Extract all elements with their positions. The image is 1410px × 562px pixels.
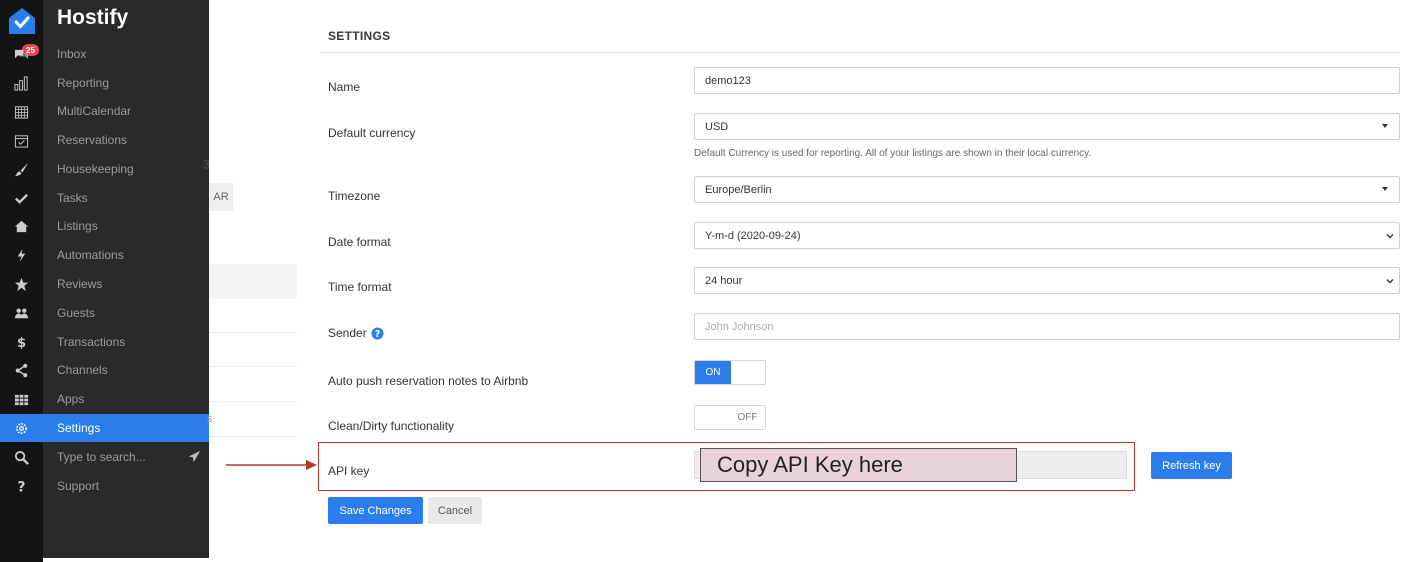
- currency-select[interactable]: USD: [694, 113, 1400, 140]
- background-divider: [209, 436, 297, 437]
- sender-label: Sender: [328, 326, 367, 340]
- date-format-value: Y-m-d (2020-09-24): [705, 229, 801, 242]
- name-field[interactable]: demo123: [694, 67, 1400, 94]
- currency-help-text: Default Currency is used for reporting. …: [694, 148, 1092, 159]
- svg-text:?: ?: [17, 479, 25, 493]
- date-format-select[interactable]: Y-m-d (2020-09-24): [694, 222, 1400, 249]
- sidebar-item-apps[interactable]: Apps: [43, 385, 209, 413]
- sidebar-search-input[interactable]: Type to search...: [43, 443, 209, 471]
- sidebar-item-guests[interactable]: Guests: [43, 299, 209, 327]
- send-icon[interactable]: [188, 450, 201, 463]
- timezone-label: Timezone: [328, 189, 381, 203]
- icon-rail: 25 $ ?: [0, 0, 43, 562]
- star-icon[interactable]: [0, 270, 43, 298]
- background-text-fragment: s: [207, 413, 213, 425]
- toggle-off-label: OFF: [737, 412, 758, 423]
- question-icon[interactable]: ?: [0, 472, 43, 500]
- calendar-check-icon[interactable]: [0, 126, 43, 154]
- bar-chart-icon[interactable]: [0, 69, 43, 97]
- checkmark-icon[interactable]: [0, 184, 43, 212]
- hostify-logo-icon[interactable]: [7, 6, 37, 36]
- lightning-icon[interactable]: [0, 241, 43, 269]
- timezone-value: Europe/Berlin: [705, 183, 772, 196]
- caret-down-icon: [1382, 124, 1388, 128]
- caret-down-icon: [1382, 187, 1388, 191]
- sender-input[interactable]: John Johnson: [694, 313, 1400, 340]
- gear-icon[interactable]: [0, 414, 43, 442]
- brand-name[interactable]: Hostify: [57, 6, 128, 30]
- sidebar-menu: Hostify Inbox Reporting MultiCalendar Re…: [43, 0, 209, 558]
- calendar-grid-icon[interactable]: [0, 97, 43, 125]
- sidebar-item-channels[interactable]: Channels: [43, 356, 209, 384]
- page-title: SETTINGS: [328, 29, 391, 43]
- sidebar-item-reporting[interactable]: Reporting: [43, 69, 209, 97]
- title-divider: [320, 52, 1400, 53]
- date-format-label: Date format: [328, 235, 391, 249]
- brush-icon[interactable]: [0, 155, 43, 183]
- chevron-down-icon: [1386, 234, 1394, 239]
- help-circle-icon[interactable]: ?: [371, 326, 384, 340]
- refresh-key-button[interactable]: Refresh key: [1151, 452, 1232, 479]
- dollar-icon[interactable]: $: [0, 328, 43, 356]
- sidebar-item-settings[interactable]: Settings: [43, 414, 209, 442]
- sidebar-item-tasks[interactable]: Tasks: [43, 184, 209, 212]
- time-format-select[interactable]: 24 hour: [694, 267, 1400, 294]
- sidebar-item-reservations[interactable]: Reservations: [43, 126, 209, 154]
- api-key-label: API key: [328, 464, 370, 478]
- sidebar-search-placeholder: Type to search...: [57, 450, 146, 464]
- sender-placeholder: John Johnson: [705, 320, 774, 333]
- svg-text:$: $: [17, 336, 26, 350]
- time-format-label: Time format: [328, 280, 392, 294]
- chat-bubbles-icon[interactable]: [0, 40, 43, 68]
- background-highlight-row: [209, 264, 297, 299]
- background-divider: [209, 332, 297, 333]
- currency-value: USD: [705, 120, 729, 133]
- name-value: demo123: [705, 74, 751, 87]
- chevron-down-icon: [1386, 279, 1394, 284]
- search-icon[interactable]: [0, 443, 43, 471]
- timezone-select[interactable]: Europe/Berlin: [694, 176, 1400, 203]
- sidebar-item-listings[interactable]: Listings: [43, 212, 209, 240]
- clean-dirty-toggle[interactable]: OFF: [694, 405, 766, 430]
- background-button-fragment[interactable]: AR: [209, 183, 233, 211]
- sidebar-item-inbox[interactable]: Inbox: [43, 40, 209, 68]
- sidebar-item-multicalendar[interactable]: MultiCalendar: [43, 97, 209, 125]
- sidebar-item-transactions[interactable]: Transactions: [43, 328, 209, 356]
- sender-label-row: Sender ?: [328, 326, 384, 340]
- api-key-callout: Copy API Key here: [700, 448, 1017, 482]
- background-divider: [209, 401, 297, 402]
- sidebar-item-support[interactable]: Support: [43, 472, 209, 500]
- name-label: Name: [328, 80, 361, 94]
- share-icon[interactable]: [0, 356, 43, 384]
- home-icon[interactable]: [0, 212, 43, 240]
- toggle-on-label: ON: [695, 361, 731, 384]
- cancel-button[interactable]: Cancel: [428, 497, 482, 524]
- svg-text:?: ?: [375, 328, 380, 339]
- app-window: 25 $ ? Hostify Inbox Reporting MultiCale…: [0, 0, 1410, 562]
- sidebar-item-automations[interactable]: Automations: [43, 241, 209, 269]
- save-changes-button[interactable]: Save Changes: [328, 497, 423, 524]
- background-heading-fragment: 3: [203, 157, 209, 172]
- sidebar-item-housekeeping[interactable]: Housekeeping: [43, 155, 209, 183]
- users-icon[interactable]: [0, 299, 43, 327]
- currency-label: Default currency: [328, 126, 416, 140]
- time-format-value: 24 hour: [705, 274, 743, 287]
- apps-grid-icon[interactable]: [0, 385, 43, 413]
- auto-push-toggle[interactable]: ON: [694, 360, 766, 385]
- sidebar-item-reviews[interactable]: Reviews: [43, 270, 209, 298]
- annotation-arrow-icon: [226, 460, 317, 470]
- clean-dirty-label: Clean/Dirty functionality: [328, 419, 455, 433]
- background-divider: [209, 366, 297, 367]
- auto-push-label: Auto push reservation notes to Airbnb: [328, 374, 529, 388]
